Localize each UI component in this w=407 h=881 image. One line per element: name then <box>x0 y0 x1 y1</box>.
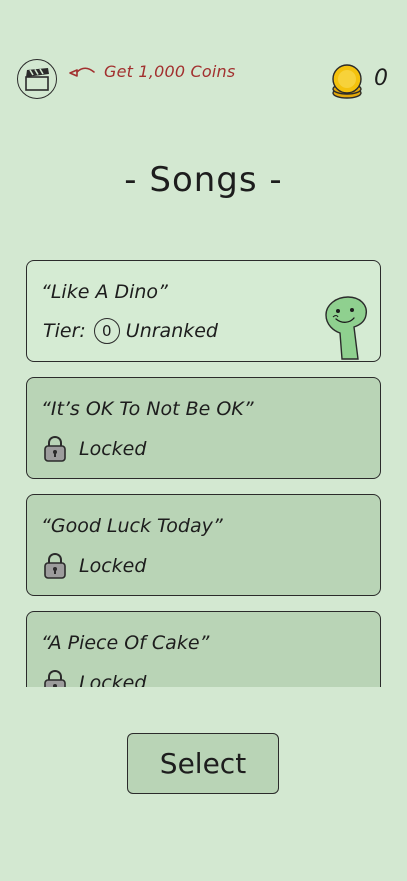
song-status-row: Locked <box>43 552 146 580</box>
song-card-its-ok-to-not-be-ok[interactable]: “It’s OK To Not Be OK” Locked <box>26 377 381 479</box>
clapperboard-icon <box>25 68 49 91</box>
watch-ad-button[interactable] <box>17 59 57 99</box>
song-title: “Good Luck Today” <box>41 515 223 537</box>
ad-reward-hint: Get 1,000 Coins <box>68 60 235 82</box>
curved-arrow-left-icon <box>69 67 95 77</box>
status-text: Locked <box>79 555 147 577</box>
ad-hint-text: Get 1,000 Coins <box>104 61 236 81</box>
dino-mascot <box>325 296 367 360</box>
top-bar: Get 1,000 Coins 0 <box>0 0 407 110</box>
tier-badge: 0 <box>93 318 120 344</box>
song-card-like-a-dino[interactable]: “Like A Dino” Tier: 0 Unranked <box>26 260 381 362</box>
page-title: - Songs - <box>124 160 283 200</box>
status-text: Locked <box>79 438 147 460</box>
song-tier-row: Tier: 0 Unranked <box>43 318 218 344</box>
coin-count: 0 <box>374 66 388 91</box>
status-text: Locked <box>79 672 147 687</box>
coin-stack-icon <box>332 64 362 99</box>
padlock-icon <box>44 552 66 579</box>
padlock-icon <box>44 669 66 687</box>
song-status-row: Locked <box>43 669 146 687</box>
tier-label: Tier: <box>43 320 86 342</box>
song-card-a-piece-of-cake[interactable]: “A Piece Of Cake” Locked <box>26 611 381 687</box>
song-status-row: Locked <box>43 435 146 463</box>
padlock-icon <box>44 435 66 462</box>
song-title: “It’s OK To Not Be OK” <box>41 398 254 420</box>
song-title: “Like A Dino” <box>41 281 168 303</box>
song-card-good-luck-today[interactable]: “Good Luck Today” Locked <box>26 494 381 596</box>
tier-text: Unranked <box>125 320 218 342</box>
select-button[interactable]: Select <box>127 733 279 794</box>
song-title: “A Piece Of Cake” <box>41 632 210 654</box>
song-list[interactable]: “Like A Dino” Tier: 0 Unranked “It’s OK … <box>0 255 407 687</box>
